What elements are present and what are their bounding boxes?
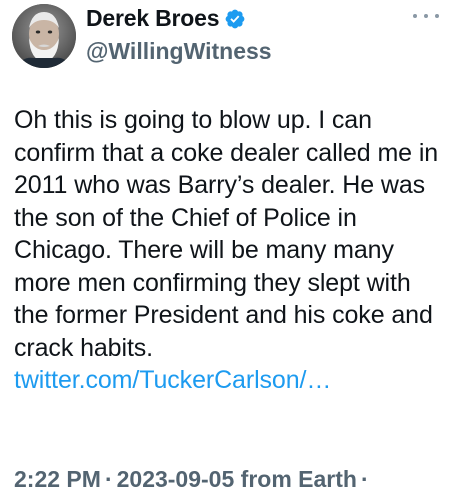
- more-dot: [435, 14, 439, 18]
- tweet-date[interactable]: 2023-09-05: [117, 466, 235, 492]
- tweet-source: from Earth: [240, 466, 357, 492]
- display-name[interactable]: Derek Broes: [86, 5, 220, 32]
- more-options-icon[interactable]: [413, 8, 439, 24]
- tweet-body: Oh this is going to blow up. I can confi…: [14, 104, 444, 397]
- avatar[interactable]: [12, 4, 76, 68]
- name-row: Derek Broes: [86, 5, 246, 32]
- more-dot: [413, 14, 417, 18]
- tweet-time[interactable]: 2:22 PM: [14, 466, 101, 492]
- meta-separator: ·: [104, 466, 113, 492]
- tweet-meta: 2:22 PM · 2023-09-05 from Earth ·: [14, 466, 373, 493]
- user-handle[interactable]: @WillingWitness: [86, 38, 272, 65]
- tweet-header: Derek Broes @WillingWitness: [0, 0, 453, 80]
- meta-separator: ·: [360, 466, 369, 492]
- more-dot: [424, 14, 428, 18]
- tweet-text: Oh this is going to blow up. I can confi…: [14, 106, 439, 362]
- tweet-link[interactable]: twitter.com/TuckerCarlson/…: [14, 366, 331, 394]
- avatar-image: [12, 4, 76, 68]
- verified-badge-icon: [224, 8, 246, 30]
